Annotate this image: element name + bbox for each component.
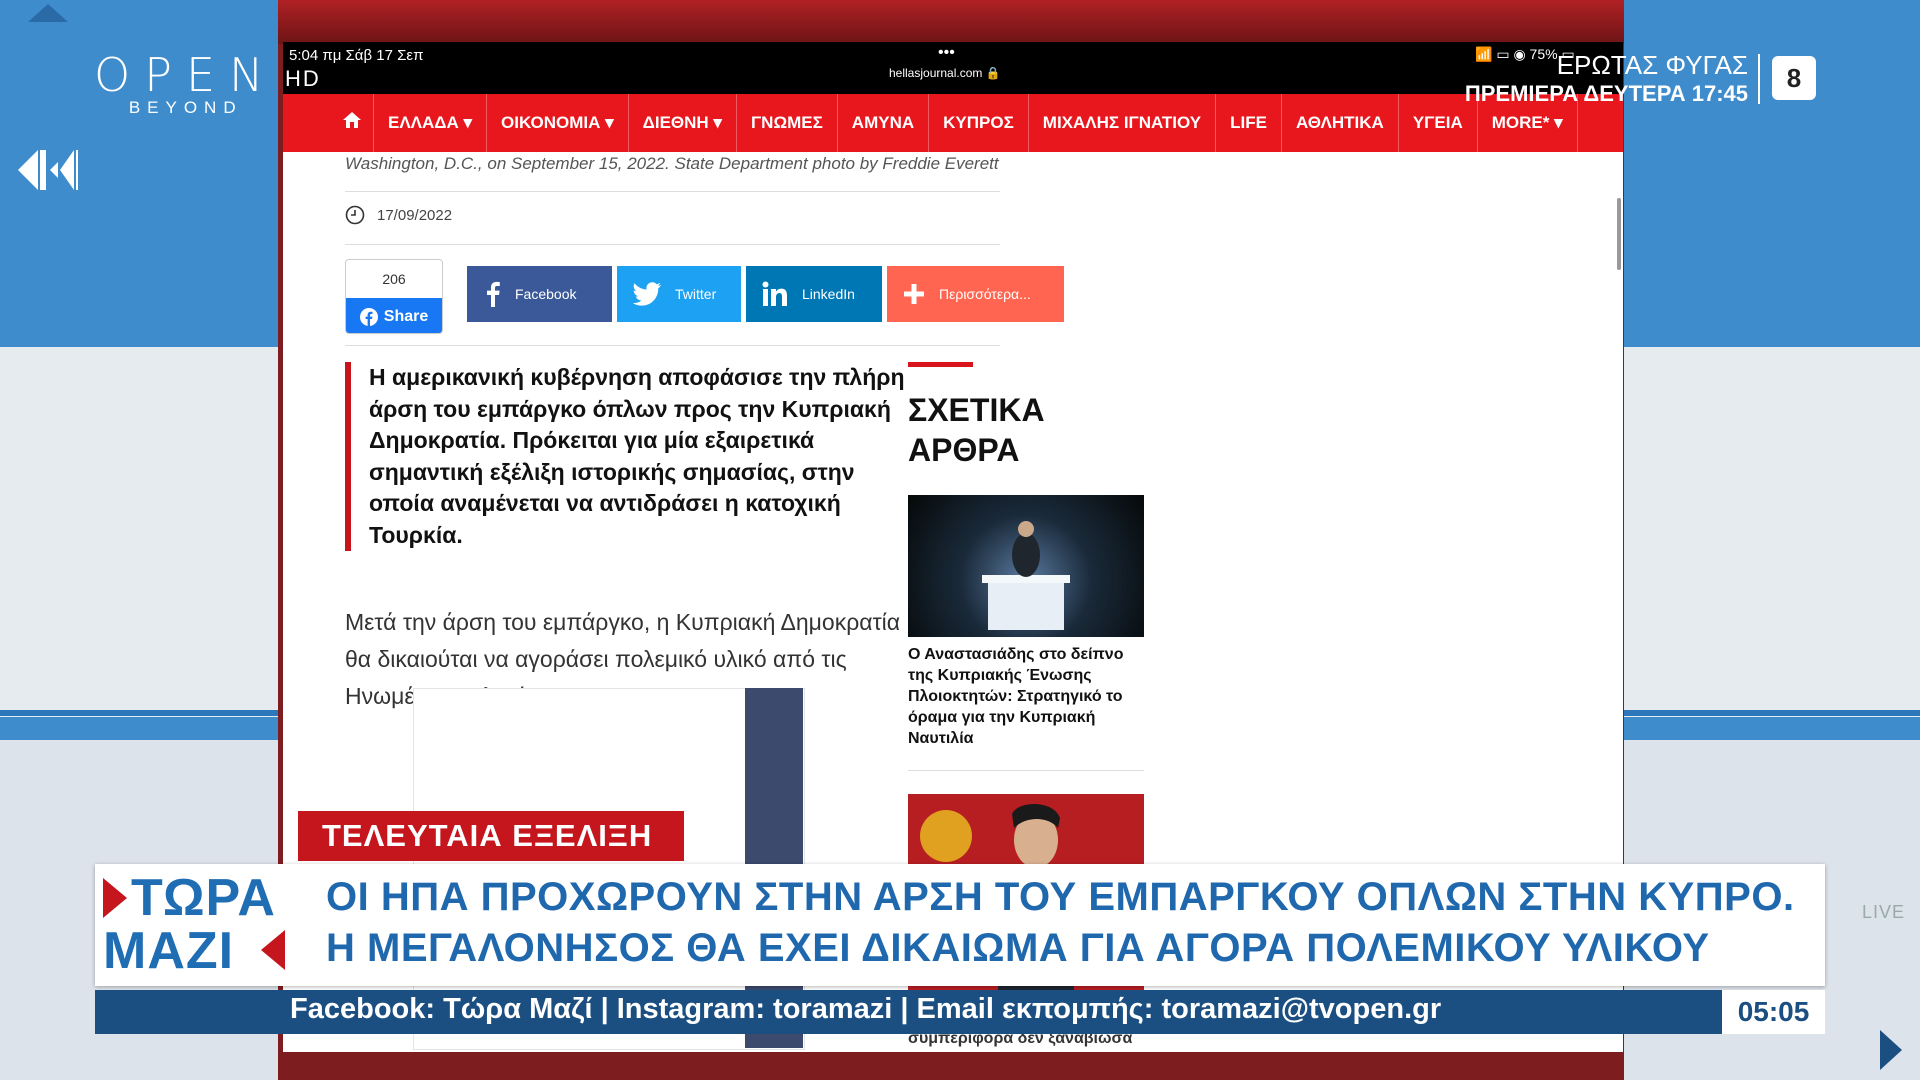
nav-item-diethni[interactable]: ΔΙΕΘΝΗ ▾ xyxy=(629,94,737,152)
headline-line1: ΟΙ ΗΠΑ ΠΡΟΧΩΡΟΥΝ ΣΤΗΝ ΑΡΣΗ ΤΟΥ ΕΜΠΑΡΓΚΟΥ… xyxy=(326,875,1795,919)
twitter-icon xyxy=(633,282,661,306)
status-bar: 5:04 πμ Σάβ 17 Σεπ HD ••• hellasjournal.… xyxy=(283,42,1623,94)
related-article-title[interactable]: Ο Αναστασιάδης στο δείπνο της Κυπριακής … xyxy=(908,644,1148,749)
hd-badge: HD xyxy=(285,66,321,91)
headline-line2: Η ΜΕΓΑΛΟΝΗΣΟΣ ΘΑ ΕΧΕΙ ΔΙΚΑΙΩΜΑ ΓΙΑ ΑΓΟΡΑ… xyxy=(326,926,1710,970)
show-logo: ΤΩΡΑ ΜΑΖΙ xyxy=(97,868,291,980)
tablet-top-edge xyxy=(278,0,1624,44)
status-time: 5:04 πμ Σάβ 17 Σεπ xyxy=(289,47,424,64)
nav-item-athlitika[interactable]: ΑΘΛΗΤΙΚΑ xyxy=(1282,94,1399,152)
facebook-button-label: Facebook xyxy=(515,286,577,302)
age-rating-badge: 8 xyxy=(1772,56,1816,100)
headline-text: ΟΙ ΗΠΑ ΠΡΟΧΩΡΟΥΝ ΣΤΗΝ ΑΡΣΗ ΤΟΥ ΕΜΠΑΡΓΚΟΥ… xyxy=(326,872,1795,974)
nav-item-oikonomia[interactable]: ΟΙΚΟΝΟΜΙΑ ▾ xyxy=(487,94,629,152)
play-arrow-icon xyxy=(103,878,127,918)
channel-logo: OPEN BEYOND xyxy=(94,48,277,118)
breaking-news-label: ΤΕΛΕΥΤΑΙΑ ΕΞΕΛΙΞΗ xyxy=(298,811,684,861)
article-date-text: 17/09/2022 xyxy=(377,206,453,224)
photo-caption: Washington, D.C., on September 15, 2022.… xyxy=(345,154,999,173)
more-share-label: Περισσότερα... xyxy=(939,286,1031,302)
divider xyxy=(908,770,1144,771)
article-lead: Η αμερικανική κυβέρνηση αποφάσισε την πλ… xyxy=(345,362,905,551)
site-nav: ΕΛΛΑΔΑ ▾ ΟΙΚΟΝΟΜΙΑ ▾ ΔΙΕΘΝΗ ▾ ΓΝΩΜΕΣ ΑΜΥ… xyxy=(283,94,1623,152)
related-title: ΣΧΕΤΙΚΑ ΑΡΘΡΑ xyxy=(908,390,1045,470)
rewind-icon xyxy=(18,150,78,190)
nav-item-amyna[interactable]: ΑΜΥΝΑ xyxy=(838,94,930,152)
nav-item-ignatiou[interactable]: ΜΙΧΑΛΗΣ ΙΓΝΑΤΙΟΥ xyxy=(1029,94,1217,152)
background-light-left xyxy=(0,347,278,717)
share-count: 206 xyxy=(382,271,406,287)
linkedin-button[interactable]: LinkedIn xyxy=(746,266,882,322)
divider xyxy=(345,191,1000,192)
channel-logo-text: OPEN xyxy=(94,48,278,102)
background-light-right xyxy=(1624,347,1920,717)
facebook-share-box[interactable]: 206 Share xyxy=(345,259,443,334)
linkedin-button-label: LinkedIn xyxy=(802,286,855,302)
facebook-share-button[interactable]: Share xyxy=(346,298,442,333)
plus-icon xyxy=(904,284,924,304)
linkedin-icon xyxy=(762,281,787,306)
reverse-arrow-icon xyxy=(261,930,285,970)
nav-item-life[interactable]: LIFE xyxy=(1216,94,1282,152)
scrollbar[interactable] xyxy=(1617,198,1621,270)
facebook-icon xyxy=(487,281,500,307)
related-article-image[interactable] xyxy=(908,495,1144,637)
related-title-line1: ΣΧΕΤΙΚΑ xyxy=(908,392,1045,428)
nav-item-ellada[interactable]: ΕΛΛΑΔΑ ▾ xyxy=(374,94,488,152)
promo-title: ΕΡΩΤΑΣ ΦΥΓΑΣ xyxy=(1556,50,1748,80)
related-accent-bar xyxy=(908,362,973,367)
up-triangle-icon xyxy=(28,4,68,22)
clock-icon xyxy=(345,205,365,225)
show-logo-line2: ΜΑΖΙ xyxy=(103,922,235,980)
ticker-text: Facebook: Τώρα Μαζί | Instagram: toramaz… xyxy=(290,993,1442,1025)
broadcast-clock: 05:05 xyxy=(1722,990,1825,1034)
promo-schedule: ΠΡΕΜΙΕΡΑ ΔΕΥΤΕΡΑ 17:45 xyxy=(1464,81,1748,106)
divider xyxy=(345,244,1000,245)
program-promo: ΕΡΩΤΑΣ ΦΥΓΑΣ ΠΡΕΜΙΕΡΑ ΔΕΥΤΕΡΑ 17:45 xyxy=(1465,50,1748,107)
facebook-button[interactable]: Facebook xyxy=(467,266,612,322)
browser-menu-dots[interactable]: ••• xyxy=(938,44,955,62)
divider xyxy=(345,345,1000,346)
nav-item-gnomes[interactable]: ΓΝΩΜΕΣ xyxy=(737,94,838,152)
share-label: Share xyxy=(383,307,429,325)
podium-image xyxy=(982,521,1070,630)
play-icon xyxy=(1880,1030,1902,1070)
related-title-line2: ΑΡΘΡΑ xyxy=(908,432,1020,468)
promo-divider xyxy=(1758,54,1760,104)
nav-item-kypros[interactable]: ΚΥΠΡΟΣ xyxy=(929,94,1029,152)
show-logo-line1: ΤΩΡΑ xyxy=(131,869,276,927)
twitter-button[interactable]: Twitter xyxy=(617,266,741,322)
article-date: 17/09/2022 xyxy=(345,205,452,225)
url-bar[interactable]: hellasjournal.com 🔒 xyxy=(889,66,1001,80)
live-label: LIVE xyxy=(1862,902,1906,922)
nav-home[interactable] xyxy=(331,94,374,152)
facebook-icon xyxy=(359,307,378,326)
more-share-button[interactable]: Περισσότερα... xyxy=(887,266,1064,322)
twitter-button-label: Twitter xyxy=(675,286,717,302)
home-icon xyxy=(343,112,361,128)
